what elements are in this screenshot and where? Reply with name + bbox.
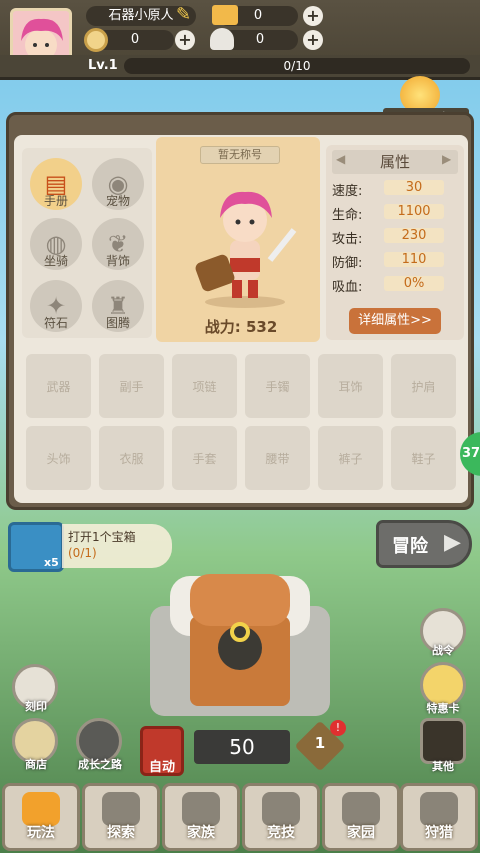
add-shell-button[interactable]: +	[303, 30, 323, 50]
equip-slot-shoulder[interactable]: 护肩	[391, 354, 456, 418]
hunt-icon	[420, 792, 458, 826]
totem-icon	[22, 792, 60, 826]
attribute-value: 1100	[384, 204, 444, 219]
attribute-name: 生命:	[332, 208, 363, 223]
back-ornament-label[interactable]: 背饰	[88, 252, 148, 269]
chest-counter: 50	[194, 730, 290, 764]
more-label[interactable]: 其他	[413, 758, 473, 774]
attribute-value: 30	[384, 180, 444, 195]
nav-play[interactable]: 玩法	[2, 783, 80, 851]
equip-slot-clothes[interactable]: 衣服	[99, 426, 164, 490]
quest-title: 打开1个宝箱	[68, 530, 136, 544]
explore-icon	[102, 792, 140, 826]
equip-slot-headwear[interactable]: 头饰	[26, 426, 91, 490]
add-coin-button[interactable]: +	[175, 30, 195, 50]
nav-hunt-label: 狩猎	[425, 825, 453, 841]
handbook-label[interactable]: 手册	[26, 192, 86, 209]
shell-icon	[210, 28, 234, 50]
arrow-left-icon: ◀	[336, 152, 346, 166]
exp-progress: 0/10	[124, 58, 470, 74]
arena-icon	[262, 792, 300, 826]
add-ticket-button[interactable]: +	[303, 6, 323, 26]
arrow-right-icon: ▶	[442, 152, 452, 166]
edit-name-icon[interactable]: ✎	[176, 4, 191, 25]
treasure-chest[interactable]	[130, 566, 350, 716]
title-badge[interactable]: 暂无称号	[200, 146, 280, 164]
key-count: 1	[314, 734, 326, 752]
rune-label[interactable]: 符石	[26, 314, 86, 331]
nav-play-label: 玩法	[27, 825, 55, 841]
attribute-value: 110	[384, 252, 444, 267]
attribute-value: 230	[384, 228, 444, 243]
combat-power: 战力: 532	[204, 318, 278, 336]
attribute-row: 攻击: 230	[332, 228, 458, 248]
pet-label[interactable]: 宠物	[88, 192, 148, 209]
equip-slot-belt[interactable]: 腰带	[245, 426, 310, 490]
equip-slot-necklace[interactable]: 项链	[172, 354, 237, 418]
attribute-name: 防御:	[332, 256, 363, 271]
nav-explore[interactable]: 探索	[82, 783, 160, 851]
nav-hunt[interactable]: 狩猎	[400, 783, 478, 851]
nav-family-label: 家族	[187, 825, 215, 841]
battle-pass-label[interactable]: 战令	[413, 642, 473, 658]
attribute-name: 吸血:	[332, 280, 363, 295]
equip-slot-offhand[interactable]: 副手	[99, 354, 164, 418]
nav-arena[interactable]: 竞技	[242, 783, 320, 851]
family-icon	[182, 792, 220, 826]
equip-slot-bracelet[interactable]: 手镯	[245, 354, 310, 418]
equip-slot-weapon[interactable]: 武器	[26, 354, 91, 418]
arrow-right-icon: ▶	[444, 530, 461, 555]
equip-slot-shoes[interactable]: 鞋子	[391, 426, 456, 490]
equip-slot-gloves[interactable]: 手套	[172, 426, 237, 490]
attribute-row: 防御: 110	[332, 252, 458, 272]
quest-progress: (0/1)	[68, 546, 97, 560]
attribute-row: 吸血: 0%	[332, 276, 458, 296]
engrave-label[interactable]: 刻印	[6, 698, 66, 714]
equip-slot-earring[interactable]: 耳饰	[318, 354, 383, 418]
attribute-list: 速度: 30 生命: 1100 攻击: 230 防御: 110 吸血: 0%	[326, 180, 464, 300]
quest-reward-count: x5	[44, 556, 59, 569]
attribute-value: 0%	[384, 276, 444, 291]
special-card-label[interactable]: 特惠卡	[413, 700, 473, 716]
adventure-label[interactable]: 冒险	[392, 532, 428, 558]
nav-home[interactable]: 家园	[322, 783, 400, 851]
nav-arena-label: 竞技	[267, 825, 295, 841]
totem-label[interactable]: 图腾	[88, 314, 148, 331]
mount-label[interactable]: 坐骑	[26, 252, 86, 269]
character-sprite	[195, 191, 297, 308]
attribute-row: 生命: 1100	[332, 204, 458, 224]
detail-attributes-button[interactable]: 详细属性>>	[349, 308, 441, 334]
attribute-row: 速度: 30	[332, 180, 458, 200]
nav-explore-label: 探索	[107, 825, 135, 841]
equip-slot-pants[interactable]: 裤子	[318, 426, 383, 490]
shop-label[interactable]: 商店	[6, 756, 66, 772]
attribute-name: 速度:	[332, 184, 363, 199]
nav-home-label: 家园	[347, 825, 375, 841]
level-label: Lv.1	[88, 58, 118, 73]
notification-dot: !	[330, 720, 346, 736]
growth-path-label[interactable]: 成长之路	[70, 756, 130, 772]
nav-family[interactable]: 家族	[162, 783, 240, 851]
attribute-header: 属性	[332, 150, 458, 174]
home-icon	[342, 792, 380, 826]
attribute-name: 攻击:	[332, 232, 363, 247]
auto-label[interactable]: 自动	[140, 756, 184, 775]
coin-icon	[84, 28, 108, 52]
ticket-icon	[212, 5, 238, 25]
